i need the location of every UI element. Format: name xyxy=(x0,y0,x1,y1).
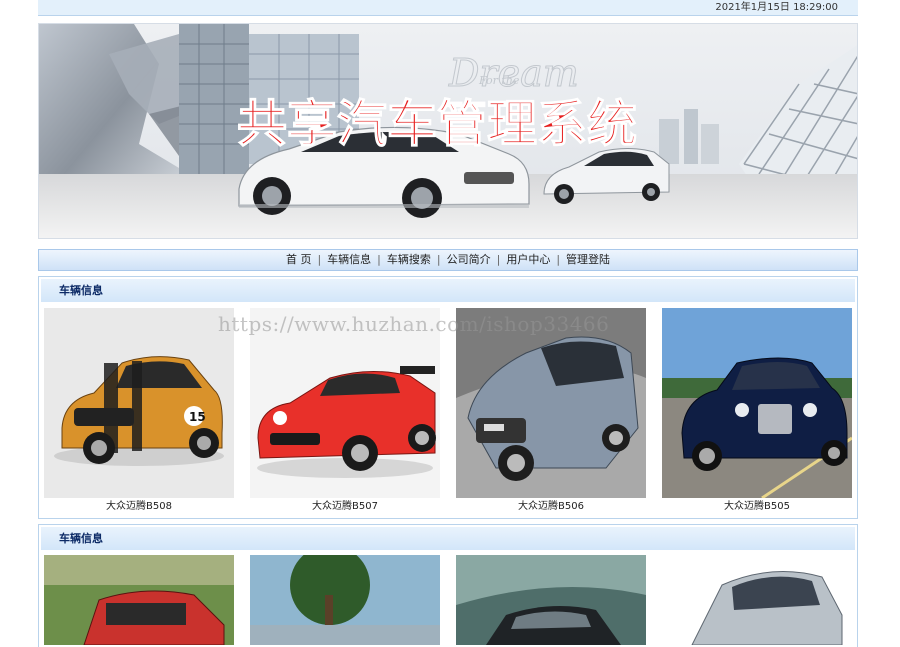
vehicle-name[interactable]: 大众迈腾B505 xyxy=(662,500,852,514)
main-nav: 首 页 | 车辆信息 | 车辆搜索 | 公司简介 | 用户中心 | 管理登陆 xyxy=(38,249,858,271)
banner-title: 共享汽车管理系统 xyxy=(237,95,637,153)
vehicle-card[interactable] xyxy=(456,555,646,645)
vehicle-card[interactable] xyxy=(662,555,852,645)
section-title: 车辆信息 xyxy=(41,279,855,302)
nav-separator: | xyxy=(556,253,561,266)
nav-separator: | xyxy=(436,253,441,266)
vehicle-name[interactable]: 大众迈腾B506 xyxy=(456,500,646,514)
nav-separator: | xyxy=(377,253,381,266)
nav-separator: | xyxy=(317,253,322,266)
nav-admin-login[interactable]: 管理登陆 xyxy=(562,253,614,266)
nav-user-center[interactable]: 用户中心 xyxy=(502,253,554,266)
vehicle-card[interactable]: 15 大众迈腾B508 xyxy=(44,308,234,514)
date-bar: 2021年1月15日 18:29:00 xyxy=(38,0,858,16)
vehicle-card[interactable] xyxy=(250,555,440,645)
vehicle-list xyxy=(44,555,852,645)
banner-image: For the Dream 共享汽车管理系统 xyxy=(39,24,857,238)
vehicle-image[interactable]: 15 xyxy=(44,308,234,498)
vehicle-image[interactable] xyxy=(250,308,440,498)
nav-vehicle-search[interactable]: 车辆搜索 xyxy=(383,253,435,266)
svg-text:Dream: Dream xyxy=(448,51,579,95)
vehicle-image[interactable] xyxy=(456,308,646,498)
vehicle-image[interactable] xyxy=(250,555,440,645)
vehicle-image[interactable] xyxy=(44,555,234,645)
vehicle-section: 车辆信息 15 大众迈腾B508 大众迈腾B507 大众迈腾B506 大众迈腾B… xyxy=(38,276,858,519)
vehicle-image[interactable] xyxy=(662,555,852,645)
nav-home[interactable]: 首 页 xyxy=(282,253,316,266)
vehicle-section: 车辆信息 xyxy=(38,524,858,647)
vehicle-card[interactable]: 大众迈腾B506 xyxy=(456,308,646,514)
vehicle-image[interactable] xyxy=(662,308,852,498)
current-datetime: 2021年1月15日 18:29:00 xyxy=(715,2,838,13)
vehicle-image[interactable] xyxy=(456,555,646,645)
nav-vehicle-info[interactable]: 车辆信息 xyxy=(323,253,375,266)
vehicle-name[interactable]: 大众迈腾B507 xyxy=(250,500,440,514)
vehicle-list: 15 大众迈腾B508 大众迈腾B507 大众迈腾B506 大众迈腾B505 xyxy=(44,308,852,514)
svg-text:15: 15 xyxy=(189,410,206,424)
vehicle-card[interactable]: 大众迈腾B507 xyxy=(250,308,440,514)
section-title: 车辆信息 xyxy=(41,527,855,550)
vehicle-name[interactable]: 大众迈腾B508 xyxy=(44,500,234,514)
vehicle-card[interactable]: 大众迈腾B505 xyxy=(662,308,852,514)
vehicle-card[interactable] xyxy=(44,555,234,645)
header-banner: For the Dream 共享汽车管理系统 xyxy=(38,23,858,239)
nav-company-profile[interactable]: 公司简介 xyxy=(443,253,495,266)
